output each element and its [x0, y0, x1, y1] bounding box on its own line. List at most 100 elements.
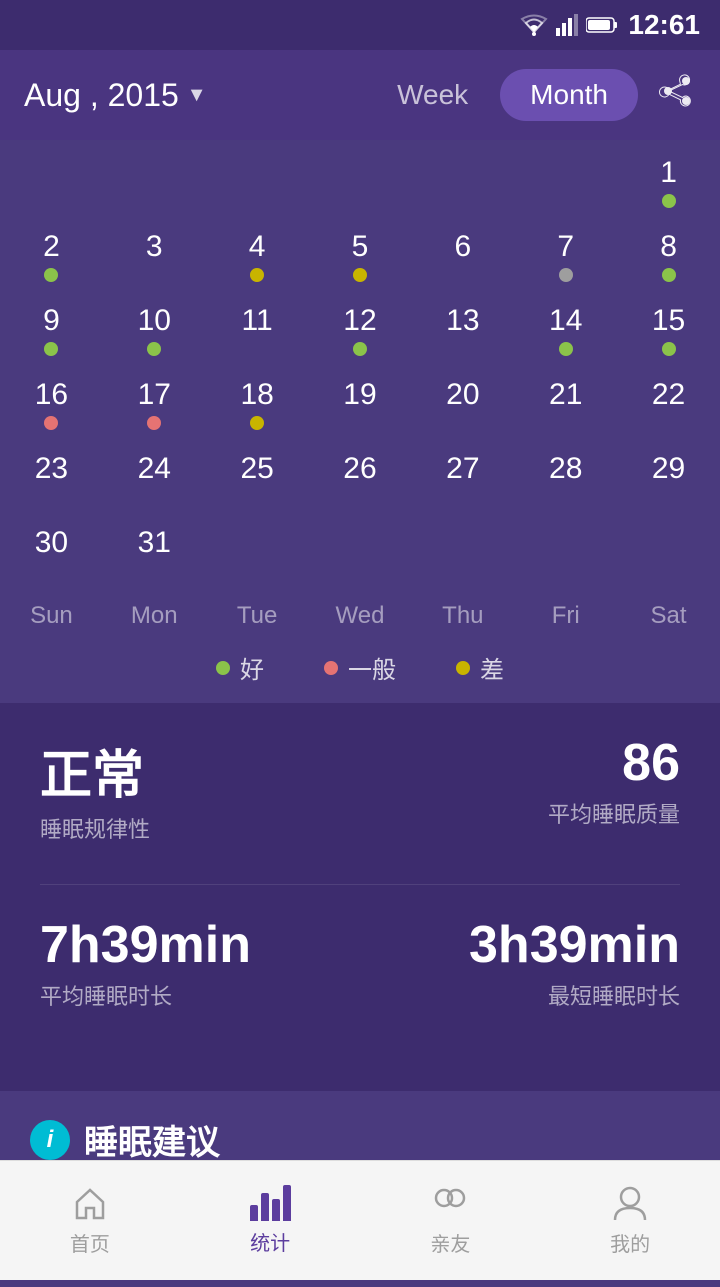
stat-min-duration: 3h39min 最短睡眠时长 [469, 915, 680, 1011]
cal-day-empty [411, 150, 514, 224]
cal-day-22[interactable]: 22 [617, 372, 720, 446]
stat-avg-duration: 7h39min 平均睡眠时长 [40, 915, 251, 1011]
tab-week[interactable]: Week [381, 71, 484, 119]
cal-day-5[interactable]: 5 [309, 224, 412, 298]
cal-day-15[interactable]: 15 [617, 298, 720, 372]
nav-friends-label: 亲友 [430, 1228, 470, 1257]
profile-icon [611, 1184, 649, 1222]
home-icon [71, 1184, 109, 1222]
cal-day-13[interactable]: 13 [411, 298, 514, 372]
nav-home[interactable]: 首页 [70, 1184, 110, 1257]
cal-day-empty [514, 150, 617, 224]
day-label-tue: Tue [206, 602, 309, 630]
bottom-nav: 首页 统计 亲友 我的 [0, 1160, 720, 1280]
day-label-sat: Sat [617, 602, 720, 630]
stat-min-duration-label: 最短睡眠时长 [548, 979, 680, 1011]
share-button[interactable] [658, 72, 696, 119]
signal-icon [556, 14, 578, 36]
stat-quality-value: 86 [622, 733, 680, 793]
nav-friends[interactable]: 亲友 [430, 1184, 470, 1257]
day-label-thu: Thu [411, 602, 514, 630]
cal-day-21[interactable]: 21 [514, 372, 617, 446]
day-labels: SunMonTueWedThuFriSat [0, 594, 720, 636]
cal-day-18[interactable]: 18 [206, 372, 309, 446]
legend-bad-label: 差 [480, 650, 504, 685]
stat-regularity: 正常 睡眠规律性 [40, 733, 150, 844]
stat-min-duration-value: 3h39min [469, 915, 680, 975]
cal-day-empty [103, 150, 206, 224]
cal-day-14[interactable]: 14 [514, 298, 617, 372]
calendar-grid: 1234567891011121314151617181920212223242… [0, 150, 720, 594]
nav-profile-label: 我的 [610, 1228, 650, 1257]
stat-regularity-label: 睡眠规律性 [40, 812, 150, 844]
divider [40, 884, 680, 885]
legend-bad-dot [456, 661, 470, 675]
cal-day-2[interactable]: 2 [0, 224, 103, 298]
cal-day-31[interactable]: 31 [103, 520, 206, 594]
cal-day-23[interactable]: 23 [0, 446, 103, 520]
cal-day-11[interactable]: 11 [206, 298, 309, 372]
cal-day-6[interactable]: 6 [411, 224, 514, 298]
day-label-wed: Wed [309, 602, 412, 630]
cal-day-20[interactable]: 20 [411, 372, 514, 446]
legend-bad: 差 [456, 650, 504, 685]
nav-stats-label: 统计 [250, 1227, 290, 1256]
stat-regularity-value: 正常 [40, 733, 144, 808]
cal-day-empty [206, 150, 309, 224]
legend-good-label: 好 [240, 650, 264, 685]
legend-ok-label: 一般 [348, 650, 396, 685]
cal-day-26[interactable]: 26 [309, 446, 412, 520]
cal-day-17[interactable]: 17 [103, 372, 206, 446]
chart-icon [250, 1185, 291, 1221]
stat-quality-label: 平均睡眠质量 [548, 797, 680, 829]
legend-ok: 一般 [324, 650, 396, 685]
cal-day-19[interactable]: 19 [309, 372, 412, 446]
wifi-icon [520, 14, 548, 36]
cal-day-3[interactable]: 3 [103, 224, 206, 298]
status-icons [520, 14, 618, 36]
cal-day-4[interactable]: 4 [206, 224, 309, 298]
stat-quality: 86 平均睡眠质量 [548, 733, 680, 844]
cal-day-30[interactable]: 30 [0, 520, 103, 594]
header: Aug , 2015 ▼ Week Month [0, 50, 720, 140]
nav-profile[interactable]: 我的 [610, 1184, 650, 1257]
cal-day-10[interactable]: 10 [103, 298, 206, 372]
stat-avg-duration-value: 7h39min [40, 915, 251, 975]
tab-month[interactable]: Month [500, 69, 638, 121]
cal-day-25[interactable]: 25 [206, 446, 309, 520]
date-title[interactable]: Aug , 2015 ▼ [24, 77, 207, 114]
stats-row-2: 7h39min 平均睡眠时长 3h39min 最短睡眠时长 [40, 915, 680, 1011]
cal-day-8[interactable]: 8 [617, 224, 720, 298]
legend-good: 好 [216, 650, 264, 685]
legend-good-dot [216, 661, 230, 675]
advice-title-text: 睡眠建议 [84, 1115, 220, 1164]
day-label-fri: Fri [514, 602, 617, 630]
friends-icon [430, 1184, 470, 1222]
cal-day-12[interactable]: 12 [309, 298, 412, 372]
advice-title: i 睡眠建议 [30, 1115, 690, 1164]
legend-ok-dot [324, 661, 338, 675]
cal-day-16[interactable]: 16 [0, 372, 103, 446]
cal-day-empty [0, 150, 103, 224]
day-label-mon: Mon [103, 602, 206, 630]
legend: 好 一般 差 [0, 636, 720, 703]
cal-day-7[interactable]: 7 [514, 224, 617, 298]
advice-info-icon: i [30, 1120, 70, 1160]
cal-day-9[interactable]: 9 [0, 298, 103, 372]
battery-icon [586, 16, 618, 34]
cal-day-28[interactable]: 28 [514, 446, 617, 520]
dropdown-arrow-icon[interactable]: ▼ [187, 84, 207, 107]
cal-day-29[interactable]: 29 [617, 446, 720, 520]
cal-day-24[interactable]: 24 [103, 446, 206, 520]
cal-day-1[interactable]: 1 [617, 150, 720, 224]
day-label-sun: Sun [0, 602, 103, 630]
stats-row-1: 正常 睡眠规律性 86 平均睡眠质量 [40, 733, 680, 844]
status-bar: 12:61 [0, 0, 720, 50]
stats-section: 正常 睡眠规律性 86 平均睡眠质量 7h39min 平均睡眠时长 3h39mi… [0, 703, 720, 1081]
cal-day-empty [309, 150, 412, 224]
nav-stats[interactable]: 统计 [250, 1185, 291, 1256]
date-text: Aug , 2015 [24, 77, 179, 114]
cal-day-27[interactable]: 27 [411, 446, 514, 520]
nav-home-label: 首页 [70, 1228, 110, 1257]
view-tabs: Week Month [381, 69, 638, 121]
